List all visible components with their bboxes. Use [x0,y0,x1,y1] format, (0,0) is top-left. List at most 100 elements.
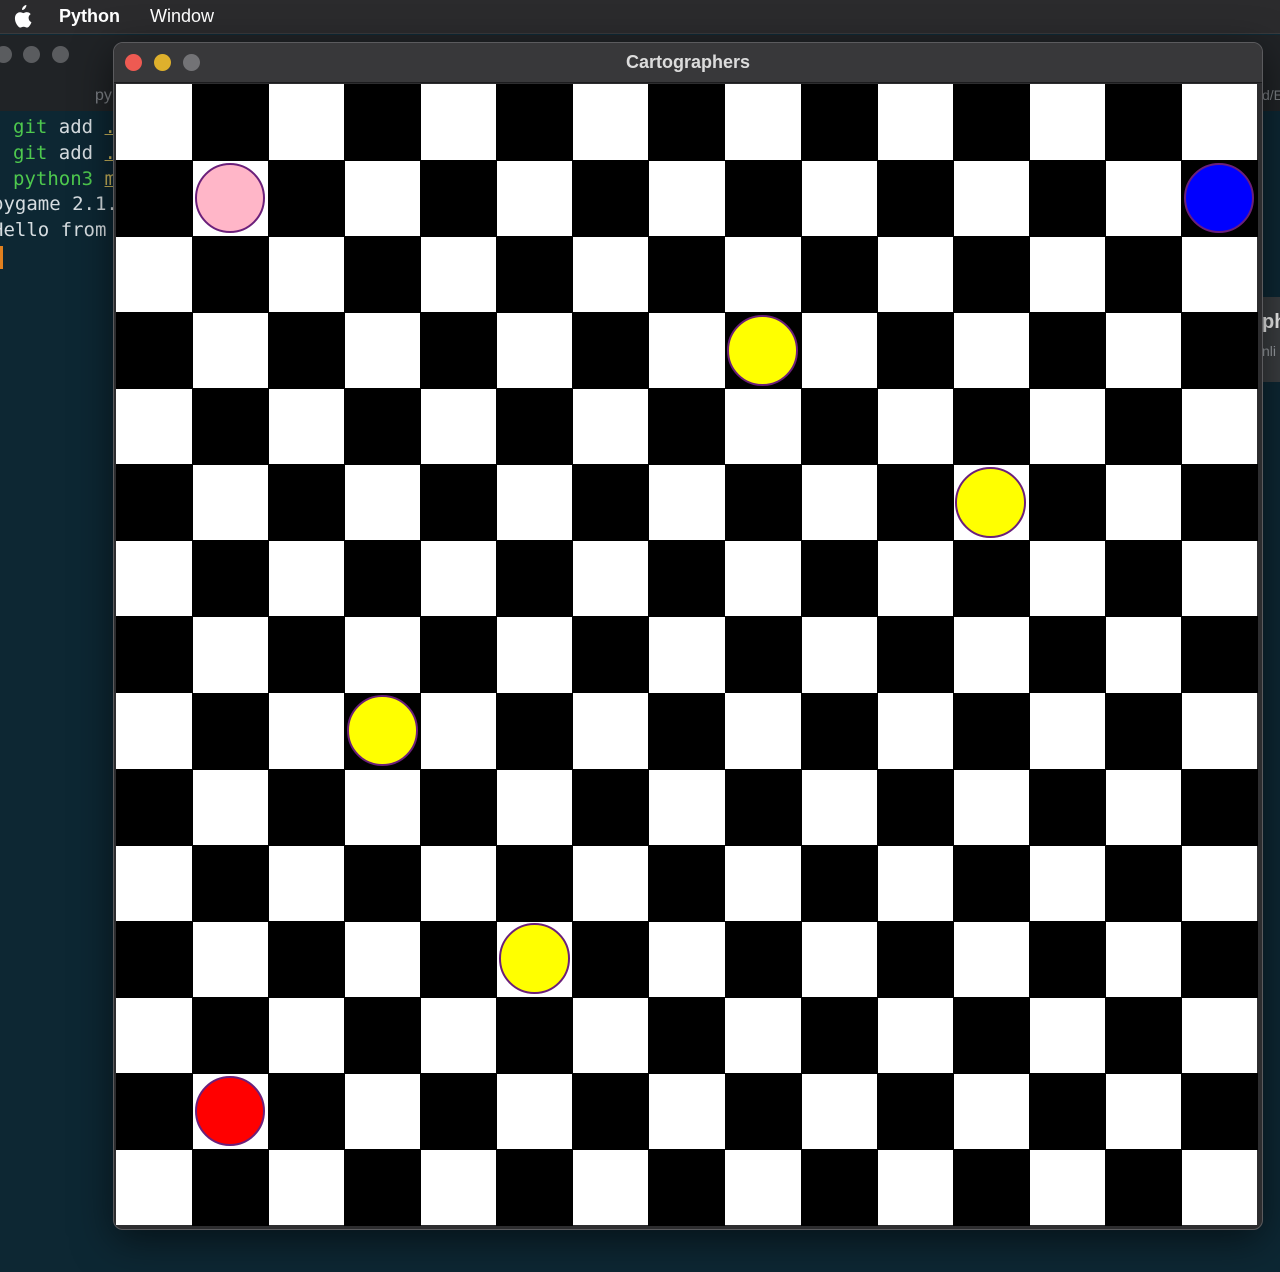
board-square[interactable] [1180,768,1258,846]
board-square[interactable] [724,616,802,694]
board-square[interactable] [116,768,193,846]
terminal-close-button[interactable] [0,46,12,63]
board-square[interactable] [192,236,270,314]
board-square[interactable] [268,768,346,846]
board-square[interactable] [116,920,193,998]
board-square[interactable] [876,1072,954,1150]
board-square[interactable] [800,844,878,922]
board-square[interactable] [952,236,1030,314]
board-square[interactable] [344,996,422,1074]
board-square[interactable] [116,616,193,694]
board-square[interactable] [648,84,726,161]
close-button[interactable] [125,54,142,71]
board-square[interactable] [952,84,1030,161]
board-square[interactable] [268,616,346,694]
board-square[interactable] [724,1072,802,1150]
board-square[interactable] [800,540,878,618]
terminal-zoom-button[interactable] [52,46,69,63]
board-square[interactable] [268,464,346,542]
board-square[interactable] [1028,1072,1106,1150]
board-square[interactable] [800,388,878,466]
board-square[interactable] [268,1072,346,1150]
board-square[interactable] [1104,388,1182,466]
board-square[interactable] [876,616,954,694]
board-square[interactable] [344,388,422,466]
board-square[interactable] [952,540,1030,618]
board-square[interactable] [952,996,1030,1074]
terminal-minimize-button[interactable] [23,46,40,63]
board-square[interactable] [572,312,650,390]
menu-python[interactable]: Python [59,6,120,27]
board-square[interactable] [116,160,193,238]
board-square[interactable] [192,692,270,770]
board-square[interactable] [572,920,650,998]
board-square[interactable] [1104,236,1182,314]
board-square[interactable] [496,996,574,1074]
board-square[interactable] [496,388,574,466]
board-square[interactable] [952,1148,1030,1226]
yellow-piece[interactable] [346,695,418,766]
board-square[interactable] [192,388,270,466]
board-square[interactable] [344,540,422,618]
board-square[interactable] [724,768,802,846]
board-square[interactable] [876,920,954,998]
board-square[interactable] [876,160,954,238]
board-square[interactable] [1104,692,1182,770]
board-square[interactable] [1104,996,1182,1074]
board-square[interactable] [648,692,726,770]
board-square[interactable] [192,996,270,1074]
board-square[interactable] [1180,312,1258,390]
board-square[interactable] [420,312,498,390]
board-square[interactable] [876,464,954,542]
board-square[interactable] [116,312,193,390]
board-square[interactable] [344,844,422,922]
board-square[interactable] [572,1072,650,1150]
board-square[interactable] [420,1072,498,1150]
board-square[interactable] [1028,464,1106,542]
board-square[interactable] [420,160,498,238]
apple-logo-icon[interactable] [10,4,32,29]
board-square[interactable] [724,920,802,998]
board-square[interactable] [572,160,650,238]
yellow-piece[interactable] [727,314,798,386]
board-square[interactable] [420,920,498,998]
board-square[interactable] [952,692,1030,770]
board-square[interactable] [496,84,574,161]
board-square[interactable] [1028,616,1106,694]
board-square[interactable] [116,464,193,542]
terminal-tab-title[interactable]: py [95,87,112,105]
board-square[interactable] [420,616,498,694]
board-square[interactable] [268,160,346,238]
red-piece[interactable] [194,1075,266,1147]
board-square[interactable] [1104,540,1182,618]
board-square[interactable] [1028,160,1106,238]
board-square[interactable] [1028,768,1106,846]
board-square[interactable] [572,616,650,694]
board-square[interactable] [724,160,802,238]
board-square[interactable] [496,540,574,618]
board-square[interactable] [800,996,878,1074]
pink-piece[interactable] [194,162,266,234]
board-square[interactable] [1028,312,1106,390]
board-square[interactable] [192,540,270,618]
yellow-piece[interactable] [498,923,570,995]
zoom-button[interactable] [183,54,200,71]
board-square[interactable] [268,312,346,390]
board-square[interactable] [192,84,270,161]
board-square[interactable] [952,844,1030,922]
minimize-button[interactable] [154,54,171,71]
board-square[interactable] [800,236,878,314]
board-square[interactable] [648,996,726,1074]
board-square[interactable] [496,236,574,314]
board-square[interactable] [192,1148,270,1226]
board-square[interactable] [648,1148,726,1226]
board-square[interactable] [648,388,726,466]
board-square[interactable] [344,236,422,314]
board-square[interactable] [420,464,498,542]
board-square[interactable] [572,464,650,542]
board-square[interactable] [724,464,802,542]
board-square[interactable] [268,920,346,998]
board-square[interactable] [1180,1072,1258,1150]
board-square[interactable] [648,236,726,314]
game-board[interactable] [116,84,1258,1226]
